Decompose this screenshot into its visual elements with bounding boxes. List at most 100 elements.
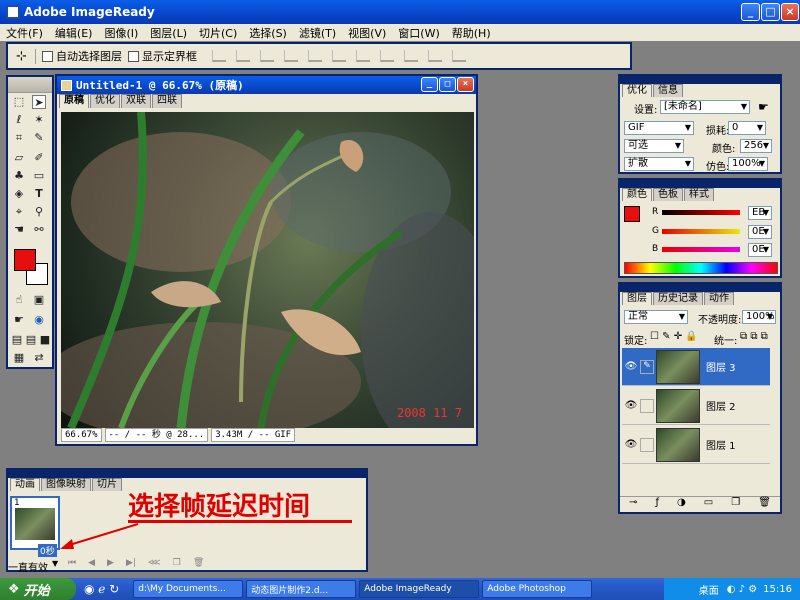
- tab-layers[interactable]: 图层: [622, 292, 652, 305]
- download-time-field[interactable]: -- / -- 秒 @ 28...: [104, 428, 209, 442]
- layer-style-icon[interactable]: ƒ: [655, 497, 659, 512]
- eraser-tool-icon[interactable]: ▱: [12, 151, 26, 165]
- type-tool-icon[interactable]: T: [32, 187, 46, 201]
- auto-select-checkbox[interactable]: [42, 50, 53, 62]
- start-button[interactable]: ❖ 开始: [0, 578, 76, 600]
- close-button[interactable]: ×: [781, 3, 799, 21]
- marquee-tool-icon[interactable]: ⬚: [12, 95, 26, 109]
- paint-bucket-icon[interactable]: ◈: [12, 187, 26, 201]
- layer-row[interactable]: 👁 图层 1: [622, 426, 770, 464]
- menu-slice[interactable]: 切片(C): [193, 25, 243, 41]
- unify-icons[interactable]: ⧉ ⧉ ⧉: [740, 331, 768, 342]
- color-ramp[interactable]: [624, 262, 778, 274]
- duplicate-frame-icon[interactable]: ❐: [173, 558, 181, 570]
- new-set-icon[interactable]: ▭: [704, 497, 713, 512]
- menu-filter[interactable]: 滤镜(T): [293, 25, 342, 41]
- tween-icon[interactable]: ⋘: [148, 558, 161, 570]
- slice-tool-icon[interactable]: ✎: [32, 131, 46, 145]
- rollover-icon[interactable]: ☝: [12, 293, 26, 307]
- tab-image-map[interactable]: 图像映射: [41, 478, 91, 491]
- menu-help[interactable]: 帮助(H): [446, 25, 497, 41]
- align-left-icon[interactable]: [284, 50, 298, 62]
- distribute-bottom-icon[interactable]: [404, 50, 418, 62]
- tab-animation[interactable]: 动画: [10, 478, 40, 491]
- rewind-icon[interactable]: ⏮: [68, 558, 76, 570]
- menu-window[interactable]: 窗口(W): [392, 25, 445, 41]
- visibility-eye-icon[interactable]: 👁: [622, 361, 640, 372]
- delete-layer-icon[interactable]: 🗑: [758, 497, 771, 512]
- align-right-icon[interactable]: [332, 50, 346, 62]
- channel-r-value[interactable]: EB: [748, 206, 772, 220]
- settings-select[interactable]: [未命名]: [660, 100, 750, 114]
- opacity-input[interactable]: 100%: [742, 310, 776, 324]
- zoom-tool-icon[interactable]: ⚯: [32, 223, 46, 237]
- layer-mask-icon[interactable]: ◑: [677, 497, 686, 512]
- tab-optimized[interactable]: 优化: [90, 94, 120, 108]
- preview-browser-icon[interactable]: ☛: [12, 313, 26, 327]
- channel-b-slider[interactable]: [662, 247, 740, 252]
- menu-layer[interactable]: 图层(L): [144, 25, 193, 41]
- ie-browser-icon[interactable]: ◉: [32, 313, 46, 327]
- align-bottom-icon[interactable]: [260, 50, 274, 62]
- distribute-left-icon[interactable]: [428, 50, 442, 62]
- foreground-color-swatch-top[interactable]: [14, 249, 36, 271]
- zoom-level-field[interactable]: 66.67%: [61, 428, 102, 442]
- align-top-icon[interactable]: [212, 50, 226, 62]
- palette-select[interactable]: 可选: [624, 139, 684, 153]
- link-layers-icon[interactable]: ⊸: [629, 497, 637, 512]
- tab-2up[interactable]: 双联: [121, 94, 151, 108]
- layer-row[interactable]: 👁 图层 2: [622, 387, 770, 425]
- tab-4up[interactable]: 四联: [152, 94, 182, 108]
- tab-history[interactable]: 历史记录: [653, 292, 703, 305]
- menu-image[interactable]: 图像(I): [98, 25, 144, 41]
- file-size-field[interactable]: 3.43M / -- GIF: [211, 428, 296, 442]
- doc-maximize-button[interactable]: □: [439, 77, 456, 92]
- dither-amount-input[interactable]: 100%: [728, 157, 768, 171]
- task-photoshop[interactable]: Adobe Photoshop: [482, 580, 593, 598]
- task-imageready[interactable]: Adobe ImageReady: [359, 580, 480, 598]
- image-map-tool-icon[interactable]: ⌖: [12, 205, 26, 219]
- task-my-documents[interactable]: d:\My Documents...: [133, 580, 244, 598]
- desktop-label[interactable]: 桌面: [699, 582, 719, 597]
- menu-select[interactable]: 选择(S): [243, 25, 293, 41]
- menu-file[interactable]: 文件(F): [0, 25, 49, 41]
- format-select[interactable]: GIF: [624, 121, 694, 135]
- optimize-menu-icon[interactable]: ☛: [758, 100, 769, 114]
- tab-info[interactable]: 信息: [653, 84, 683, 97]
- show-bounds-checkbox[interactable]: [128, 50, 139, 62]
- color-foreground-swatch[interactable]: [624, 206, 640, 222]
- prev-frame-icon[interactable]: ◀: [88, 558, 95, 570]
- preview-document-icon[interactable]: ▣: [32, 293, 46, 307]
- tab-swatches[interactable]: 色板: [653, 188, 683, 201]
- lossy-input[interactable]: 0: [728, 121, 766, 135]
- frame-delay-selector[interactable]: 0秒: [38, 544, 57, 557]
- tab-slices[interactable]: 切片: [92, 478, 122, 491]
- loop-select[interactable]: 一直有效: [8, 559, 48, 574]
- menu-edit[interactable]: 编辑(E): [49, 25, 99, 41]
- stamp-tool-icon[interactable]: ♣: [12, 169, 26, 183]
- channel-g-slider[interactable]: [662, 229, 740, 234]
- blend-mode-select[interactable]: 正常: [624, 310, 688, 324]
- brush-tool-icon[interactable]: ✐: [32, 151, 46, 165]
- move-tool-button-icon[interactable]: ➤: [32, 95, 46, 109]
- delete-frame-icon[interactable]: 🗑: [193, 558, 204, 570]
- maximize-button[interactable]: □: [761, 3, 780, 21]
- eyedropper-tool-icon[interactable]: ⚲: [32, 205, 46, 219]
- tab-styles[interactable]: 样式: [684, 188, 714, 201]
- magic-wand-icon[interactable]: ✶: [32, 113, 46, 127]
- tab-optimize[interactable]: 优化: [622, 84, 652, 97]
- align-vcenter-icon[interactable]: [236, 50, 250, 62]
- channel-g-value[interactable]: 0E: [748, 225, 772, 239]
- screen-mode-full-menu-icon[interactable]: ▤: [24, 333, 38, 347]
- doc-minimize-button[interactable]: _: [421, 77, 438, 92]
- next-frame-icon[interactable]: ▶|: [126, 558, 136, 570]
- tab-color[interactable]: 颜色: [622, 188, 652, 201]
- lasso-tool-icon[interactable]: ℓ: [12, 113, 26, 127]
- align-hcenter-icon[interactable]: [308, 50, 322, 62]
- screen-mode-standard-icon[interactable]: ▤: [10, 333, 24, 347]
- crop-tool-icon[interactable]: ⌗: [12, 131, 26, 145]
- rectangle-tool-icon[interactable]: ▭: [32, 169, 46, 183]
- show-hide-slices-icon[interactable]: ▦: [12, 351, 26, 365]
- dither-select[interactable]: 扩散: [624, 157, 694, 171]
- quicklaunch-icons[interactable]: ◉ ℯ ↻: [84, 582, 119, 596]
